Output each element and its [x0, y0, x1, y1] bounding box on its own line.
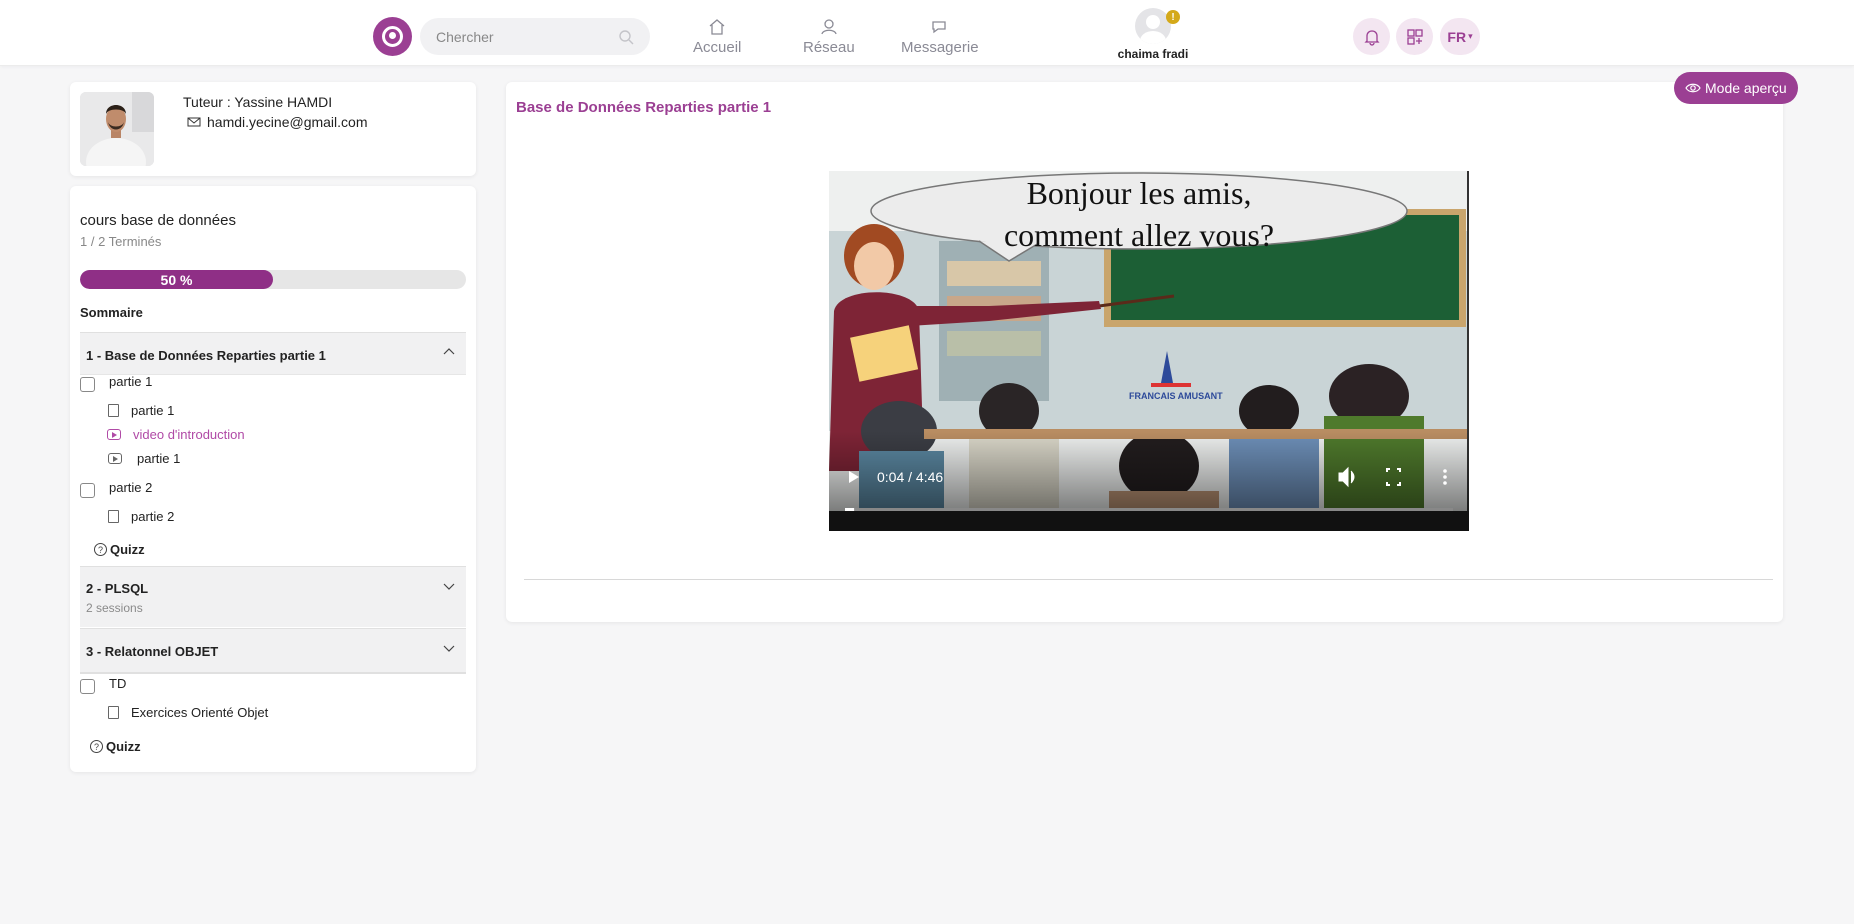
list-item-label: TD [109, 676, 127, 691]
list-item-label: partie 1 [137, 451, 181, 466]
document-icon [108, 510, 119, 523]
status-badge: ! [1166, 10, 1180, 24]
divider [524, 579, 1773, 580]
speech-line-2: comment allez vous? [1004, 217, 1274, 253]
list-item[interactable]: TD [80, 676, 127, 694]
question-icon: ? [90, 740, 103, 753]
question-icon: ? [94, 543, 107, 556]
chevron-down-icon[interactable] [442, 579, 456, 593]
section-1-title: 1 - Base de Données Reparties partie 1 [86, 348, 326, 363]
section-2-title: 2 - PLSQL [86, 581, 149, 596]
home-icon [709, 19, 725, 35]
video-seek-played [845, 508, 855, 511]
chat-icon [932, 21, 946, 34]
tutor-card: Tuteur : Yassine HAMDI hamdi.yecine@gmai… [70, 82, 476, 176]
search-icon[interactable] [618, 29, 634, 45]
quiz-link[interactable]: ? Quizz [90, 739, 141, 754]
course-progress-bar: 50 % [80, 270, 466, 289]
lesson-title: Base de Données Reparties partie 1 [516, 99, 772, 116]
eye-icon [1685, 83, 1701, 93]
brand-logo-text: FRANCAIS AMUSANT [1129, 391, 1223, 401]
search-input[interactable] [436, 28, 606, 45]
section-2-subtitle: 2 sessions [86, 601, 143, 615]
video-player[interactable]: FRANCAIS AMUSANT Bonjour les amis, comme… [829, 171, 1469, 531]
list-item-active[interactable]: video d'introduction [107, 427, 245, 442]
list-item[interactable]: partie 1 [108, 403, 174, 418]
language-selector[interactable]: FR ▾ [1440, 18, 1480, 55]
list-item[interactable]: partie 1 [80, 374, 153, 392]
tutor-email-text: hamdi.yecine@gmail.com [207, 114, 368, 130]
section-3-title: 3 - Relatonnel OBJET [86, 644, 219, 659]
section-1-header[interactable]: 1 - Base de Données Reparties partie 1 [80, 332, 466, 375]
list-item-label: Exercices Orienté Objet [131, 705, 269, 720]
list-item-label: partie 1 [109, 374, 153, 389]
preview-mode-button[interactable]: Mode aperçu [1674, 72, 1798, 104]
tutor-email[interactable]: hamdi.yecine@gmail.com [187, 114, 368, 130]
list-item-label: video d'introduction [133, 427, 245, 442]
video-frame: FRANCAIS AMUSANT Bonjour les amis, comme… [829, 171, 1469, 531]
quiz-label: Quizz [106, 739, 141, 754]
video-time: 0:04 / 4:46 [877, 469, 943, 485]
list-item[interactable]: partie 2 [108, 509, 174, 524]
network-icon [821, 19, 837, 35]
list-item[interactable]: partie 2 [80, 480, 153, 498]
video-icon [107, 429, 121, 440]
summary-heading: Sommaire [80, 305, 143, 320]
document-icon [108, 706, 119, 719]
course-completion: 1 / 2 Terminés [80, 234, 162, 249]
list-item[interactable]: partie 1 [108, 451, 180, 466]
speech-line-1: Bonjour les amis, [1027, 175, 1252, 211]
bell-icon [1363, 29, 1380, 46]
list-item-label: partie 2 [109, 480, 153, 495]
checkbox[interactable] [80, 679, 95, 694]
video-seek-track[interactable] [845, 508, 1453, 511]
search-box[interactable] [420, 18, 650, 55]
checkbox[interactable] [80, 483, 95, 498]
preview-mode-label: Mode aperçu [1705, 80, 1787, 96]
list-item[interactable]: Exercices Orienté Objet [108, 705, 268, 720]
logo-icon [382, 26, 403, 47]
video-icon [108, 453, 122, 464]
nav-messagerie[interactable]: Messagerie [901, 17, 979, 56]
document-icon [108, 404, 119, 417]
list-item-label: partie 2 [131, 509, 175, 524]
nav-messagerie-label: Messagerie [901, 39, 979, 56]
caret-down-icon: ▾ [1468, 31, 1473, 41]
section-3-header[interactable]: 3 - Relatonnel OBJET [80, 628, 466, 674]
section-2-header[interactable]: 2 - PLSQL 2 sessions [80, 566, 466, 627]
quiz-link[interactable]: ? Quizz [94, 542, 145, 557]
apps-button[interactable] [1396, 18, 1433, 55]
user-name: chaima fradi [1117, 47, 1189, 61]
nav-accueil-label: Accueil [693, 39, 742, 56]
nav-accueil[interactable]: Accueil [693, 17, 741, 56]
chevron-up-icon[interactable] [442, 345, 456, 359]
tutor-name: Tuteur : Yassine HAMDI [183, 94, 333, 110]
progress-fill: 50 % [80, 270, 273, 289]
course-title: cours base de données [80, 212, 236, 229]
grid-plus-icon [1406, 28, 1423, 45]
tutor-photo [80, 92, 154, 166]
envelope-icon [187, 117, 201, 127]
notifications-button[interactable] [1353, 18, 1390, 55]
checkbox[interactable] [80, 377, 95, 392]
top-navbar: Accueil Réseau Messagerie chaima fradi !… [0, 0, 1854, 66]
chevron-down-icon[interactable] [442, 641, 456, 655]
list-item-label: partie 1 [131, 403, 175, 418]
more-options-icon[interactable] [1443, 469, 1447, 473]
quiz-label: Quizz [110, 542, 145, 557]
nav-reseau[interactable]: Réseau [803, 17, 855, 56]
nav-reseau-label: Réseau [803, 39, 855, 56]
language-label: FR [1447, 28, 1467, 45]
app-logo[interactable] [373, 17, 412, 56]
course-sidebar: cours base de données 1 / 2 Terminés 50 … [70, 186, 476, 772]
